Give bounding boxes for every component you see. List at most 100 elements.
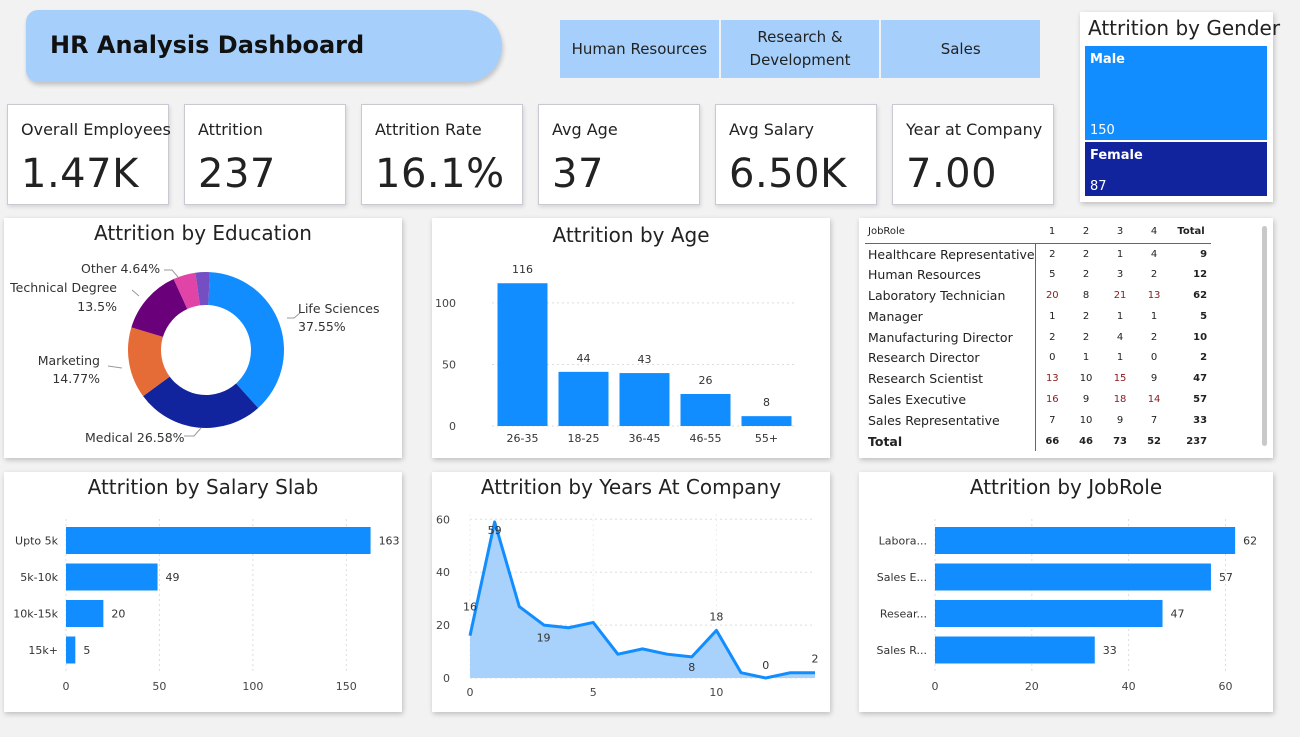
matrix-col-total[interactable]: Total (1171, 224, 1212, 244)
matrix-cell: 3 (1116, 269, 1124, 281)
x-tick-label: 40 (1122, 680, 1136, 693)
matrix-cell: 9 (1082, 393, 1090, 405)
attrition-by-age-card: Attrition by Age 0 50 100 116 26-35 44 18-25 43… (432, 218, 830, 458)
jobrole-matrix-card: JobRole 1 2 3 4 Total Healthcare Represe… (859, 218, 1273, 458)
x-tick-label: 10 (709, 686, 723, 699)
matrix-total-row[interactable]: Total 66 46 73 52 237 (865, 430, 1211, 452)
bar-26-35[interactable] (497, 283, 548, 426)
bar-10k-15k[interactable] (66, 600, 104, 627)
y-tick-label: 10k-15k (13, 608, 58, 621)
matrix-cell: 52 (1147, 435, 1162, 447)
matrix-cell: 7 (1150, 414, 1158, 426)
kpi-card-attrition-rate: Attrition Rate 16.1% (361, 104, 523, 205)
x-tick-label: 100 (242, 680, 263, 693)
data-label: 8 (688, 661, 695, 674)
kpi-label: Year at Company (906, 120, 1043, 139)
donut-label-percent: 13.5% (77, 299, 117, 314)
matrix-row[interactable]: Sales Executive 16 9 18 14 57 (865, 389, 1211, 410)
matrix-scrollbar[interactable] (1262, 226, 1267, 446)
kpi-card-year-at-company: Year at Company 7.00 (892, 104, 1054, 205)
matrix-cell: 7 (1049, 414, 1056, 426)
bar-15k-[interactable] (66, 636, 76, 664)
matrix-cell: 2 (1082, 310, 1090, 322)
matrix-row-label: Sales Executive (865, 389, 1036, 410)
matrix-row[interactable]: Manufacturing Director 2 2 4 2 10 (865, 326, 1211, 348)
y-tick-label: 5k-10k (20, 571, 58, 584)
kpi-label: Avg Age (552, 120, 618, 139)
matrix-row-label: Manufacturing Director (865, 326, 1036, 348)
matrix-row[interactable]: Laboratory Technician 20 8 21 13 62 (865, 285, 1211, 306)
data-label: 62 (1243, 535, 1257, 548)
matrix-cell: 2 (1049, 331, 1056, 343)
bar-46-55[interactable] (680, 394, 731, 426)
matrix-row-total: 62 (1193, 289, 1208, 301)
data-label: 163 (379, 535, 400, 548)
x-tick-label: 20 (1025, 680, 1039, 693)
y-tick-label: Sales E... (877, 571, 927, 584)
donut-slice-life-sciences[interactable] (208, 272, 284, 409)
data-label: 57 (1219, 571, 1233, 584)
jobrole-matrix: JobRole 1 2 3 4 Total Healthcare Represe… (865, 224, 1212, 452)
matrix-row-label: Manager (865, 305, 1036, 327)
bar-labora-[interactable] (935, 527, 1236, 554)
bar-36-45[interactable] (619, 373, 670, 426)
matrix-row-label: Sales Representative (865, 409, 1036, 431)
treemap-tile-female[interactable]: Female 87 (1085, 142, 1267, 196)
kpi-value: 7.00 (906, 151, 998, 197)
matrix-cell: 2 (1082, 248, 1090, 260)
leader-line (107, 365, 123, 369)
y-tick-label: Upto 5k (15, 535, 59, 548)
bar-sales-e-[interactable] (935, 563, 1211, 591)
matrix-cell: 9 (1116, 414, 1124, 426)
data-label: 20 (111, 608, 125, 621)
kpi-value: 6.50K (729, 151, 847, 197)
y-tick-label: 100 (435, 297, 456, 310)
treemap-tile-male[interactable]: Male 150 (1085, 46, 1267, 140)
matrix-row[interactable]: Research Scientist 13 10 15 9 47 (865, 368, 1211, 390)
data-label: 0 (762, 659, 769, 672)
kpi-value: 16.1% (375, 151, 505, 197)
age-column-chart: 0 50 100 116 26-35 44 18-25 43 36-45 26 46-55 8 55+ (435, 263, 797, 445)
matrix-row[interactable]: Healthcare Representative 2 2 1 4 9 (865, 243, 1211, 265)
matrix-cell: 10 (1079, 373, 1093, 385)
matrix-col-4[interactable]: 4 (1137, 224, 1172, 244)
kpi-label: Avg Salary (729, 120, 814, 139)
bar-sales-r-[interactable] (935, 636, 1095, 664)
data-label: 8 (763, 396, 770, 409)
matrix-row[interactable]: Manager 1 2 1 1 5 (865, 305, 1211, 327)
slicer-button-human-resources[interactable]: Human Resources (560, 20, 721, 78)
matrix-cell: 20 (1045, 289, 1059, 301)
salary-slab-bar-chart: 0 50 100 150 Upto 5k 163 5k-10k 49 10k-15k 20 15k+… (13, 519, 400, 693)
bar-5k-10k[interactable] (66, 563, 158, 591)
bar-resear-[interactable] (935, 600, 1163, 627)
matrix-cell: 1 (1116, 310, 1124, 322)
y-tick-label: 60 (436, 513, 450, 526)
matrix-row-label: Research Scientist (865, 368, 1036, 390)
matrix-row-label: Laboratory Technician (865, 285, 1036, 306)
bar-upto-5k[interactable] (66, 527, 371, 554)
matrix-col-2[interactable]: 2 (1069, 224, 1104, 244)
matrix-col-3[interactable]: 3 (1103, 224, 1138, 244)
data-label: 116 (512, 263, 533, 276)
area-fill[interactable] (470, 521, 815, 678)
matrix-cell: 13 (1147, 289, 1161, 301)
kpi-value: 37 (552, 151, 604, 197)
y-tick-label: 15k+ (28, 644, 58, 657)
matrix-header-row: JobRole 1 2 3 4 Total (865, 224, 1212, 244)
bar-18-25[interactable] (558, 371, 609, 426)
slicer-button-research-development[interactable]: Research & Development (720, 20, 882, 78)
donut-label-percent: 37.55% (298, 319, 346, 334)
matrix-row[interactable]: Human Resources 5 2 3 2 12 (865, 264, 1211, 286)
donut-label-percent: 14.77% (52, 371, 100, 386)
matrix-cell: 4 (1116, 331, 1124, 343)
matrix-cell: 1 (1049, 310, 1056, 322)
treemap-value: 87 (1090, 179, 1107, 194)
data-label: 5 (83, 644, 90, 657)
matrix-row[interactable]: Research Director 0 1 1 0 2 (865, 347, 1211, 369)
matrix-col-jobrole[interactable]: JobRole (865, 224, 1036, 244)
slicer-button-sales[interactable]: Sales (881, 20, 1041, 78)
attrition-by-jobrole-card: Attrition by JobRole 0 20 40 60 Labora... 62 S… (859, 472, 1273, 712)
bar-55+[interactable] (741, 416, 792, 426)
matrix-row[interactable]: Sales Representative 7 10 9 7 33 (865, 409, 1211, 431)
matrix-col-1[interactable]: 1 (1035, 224, 1070, 244)
